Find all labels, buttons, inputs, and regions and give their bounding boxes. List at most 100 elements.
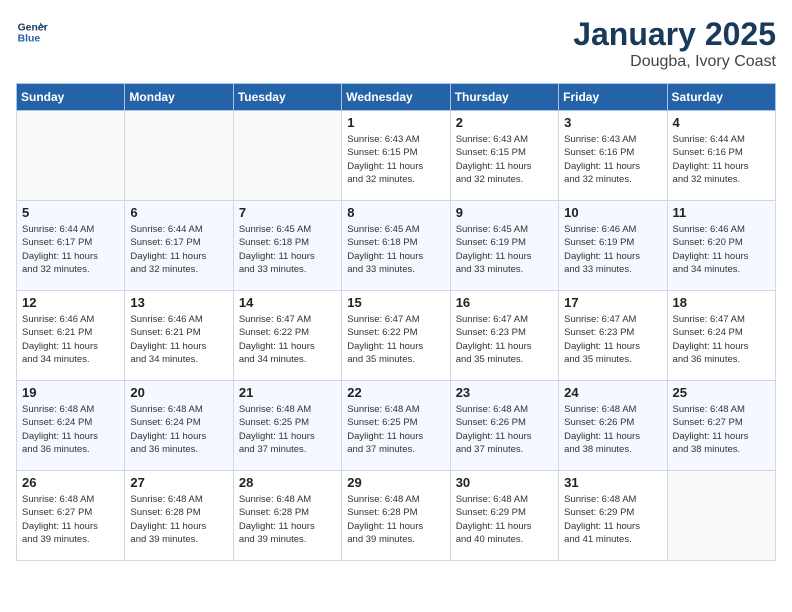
- day-number: 3: [564, 115, 661, 130]
- weekday-header: Thursday: [450, 84, 558, 111]
- calendar-cell: 9Sunrise: 6:45 AM Sunset: 6:19 PM Daylig…: [450, 201, 558, 291]
- day-info: Sunrise: 6:44 AM Sunset: 6:17 PM Dayligh…: [22, 223, 119, 276]
- day-number: 12: [22, 295, 119, 310]
- day-info: Sunrise: 6:48 AM Sunset: 6:28 PM Dayligh…: [239, 493, 336, 546]
- day-info: Sunrise: 6:48 AM Sunset: 6:26 PM Dayligh…: [564, 403, 661, 456]
- day-info: Sunrise: 6:47 AM Sunset: 6:23 PM Dayligh…: [564, 313, 661, 366]
- calendar-cell: 3 Sunrise: 6:43 AM Sunset: 6:16 PM Daylig…: [559, 111, 667, 201]
- day-info: Sunrise: 6:46 AM Sunset: 6:20 PM Dayligh…: [673, 223, 770, 276]
- day-number: 8: [347, 205, 444, 220]
- day-info: Sunrise: 6:47 AM Sunset: 6:23 PM Dayligh…: [456, 313, 553, 366]
- weekday-header: Tuesday: [233, 84, 341, 111]
- day-number: 5: [22, 205, 119, 220]
- calendar-cell: 23 Sunrise: 6:48 AM Sunset: 6:26 PM Dayli…: [450, 381, 558, 471]
- logo-icon: General Blue: [16, 16, 48, 48]
- day-number: 16: [456, 295, 553, 310]
- day-number: 22: [347, 385, 444, 400]
- day-info: Sunrise: 6:48 AM Sunset: 6:29 PM Dayligh…: [456, 493, 553, 546]
- calendar-cell: 28 Sunrise: 6:48 AM Sunset: 6:28 PM Dayli…: [233, 471, 341, 561]
- title-block: January 2025 Dougba, Ivory Coast: [573, 16, 776, 71]
- calendar-cell: 4Sunrise: 6:44 AM Sunset: 6:16 PM Daylig…: [667, 111, 775, 201]
- day-number: 13: [130, 295, 227, 310]
- day-number: 25: [673, 385, 770, 400]
- day-info: Sunrise: 6:45 AM Sunset: 6:18 PM Dayligh…: [239, 223, 336, 276]
- calendar-cell: 29Sunrise: 6:48 AM Sunset: 6:28 PM Dayli…: [342, 471, 450, 561]
- day-info: Sunrise: 6:45 AM Sunset: 6:19 PM Dayligh…: [456, 223, 553, 276]
- day-info: Sunrise: 6:48 AM Sunset: 6:25 PM Dayligh…: [239, 403, 336, 456]
- calendar-cell: 6Sunrise: 6:44 AM Sunset: 6:17 PM Daylig…: [125, 201, 233, 291]
- calendar-cell: 1 Sunrise: 6:43 AM Sunset: 6:15 PM Daylig…: [342, 111, 450, 201]
- day-number: 1: [347, 115, 444, 130]
- day-number: 28: [239, 475, 336, 490]
- day-number: 15: [347, 295, 444, 310]
- calendar-cell: 15 Sunrise: 6:47 AM Sunset: 6:22 PM Dayli…: [342, 291, 450, 381]
- calendar-cell: 7 Sunrise: 6:45 AM Sunset: 6:18 PM Daylig…: [233, 201, 341, 291]
- calendar-week-row: 26 Sunrise: 6:48 AM Sunset: 6:27 PM Dayli…: [17, 471, 776, 561]
- day-info: Sunrise: 6:47 AM Sunset: 6:24 PM Dayligh…: [673, 313, 770, 366]
- day-number: 21: [239, 385, 336, 400]
- calendar-week-row: 12 Sunrise: 6:46 AM Sunset: 6:21 PM Dayli…: [17, 291, 776, 381]
- day-info: Sunrise: 6:48 AM Sunset: 6:27 PM Dayligh…: [22, 493, 119, 546]
- day-info: Sunrise: 6:47 AM Sunset: 6:22 PM Dayligh…: [239, 313, 336, 366]
- day-number: 14: [239, 295, 336, 310]
- month-title: January 2025: [573, 16, 776, 53]
- day-info: Sunrise: 6:48 AM Sunset: 6:28 PM Dayligh…: [130, 493, 227, 546]
- calendar-cell: 16 Sunrise: 6:47 AM Sunset: 6:23 PM Dayli…: [450, 291, 558, 381]
- day-info: Sunrise: 6:46 AM Sunset: 6:21 PM Dayligh…: [22, 313, 119, 366]
- svg-text:General: General: [18, 22, 48, 33]
- weekday-header: Friday: [559, 84, 667, 111]
- calendar-cell: 13 Sunrise: 6:46 AM Sunset: 6:21 PM Dayli…: [125, 291, 233, 381]
- calendar-cell: 27 Sunrise: 6:48 AM Sunset: 6:28 PM Dayli…: [125, 471, 233, 561]
- day-info: Sunrise: 6:45 AM Sunset: 6:18 PM Dayligh…: [347, 223, 444, 276]
- day-number: 19: [22, 385, 119, 400]
- day-number: 2: [456, 115, 553, 130]
- day-number: 24: [564, 385, 661, 400]
- location: Dougba, Ivory Coast: [573, 53, 776, 71]
- logo: General Blue: [16, 16, 48, 48]
- calendar-week-row: 19 Sunrise: 6:48 AM Sunset: 6:24 PM Dayli…: [17, 381, 776, 471]
- day-number: 4: [673, 115, 770, 130]
- day-number: 27: [130, 475, 227, 490]
- day-info: Sunrise: 6:48 AM Sunset: 6:26 PM Dayligh…: [456, 403, 553, 456]
- calendar-cell: 2 Sunrise: 6:43 AM Sunset: 6:15 PM Daylig…: [450, 111, 558, 201]
- calendar-cell: 8 Sunrise: 6:45 AM Sunset: 6:18 PM Daylig…: [342, 201, 450, 291]
- day-info: Sunrise: 6:43 AM Sunset: 6:15 PM Dayligh…: [456, 133, 553, 186]
- calendar-cell: [233, 111, 341, 201]
- day-number: 20: [130, 385, 227, 400]
- page-header: General Blue January 2025 Dougba, Ivory …: [16, 16, 776, 71]
- day-number: 17: [564, 295, 661, 310]
- day-info: Sunrise: 6:46 AM Sunset: 6:19 PM Dayligh…: [564, 223, 661, 276]
- day-info: Sunrise: 6:48 AM Sunset: 6:24 PM Dayligh…: [22, 403, 119, 456]
- day-number: 10: [564, 205, 661, 220]
- day-info: Sunrise: 6:48 AM Sunset: 6:24 PM Dayligh…: [130, 403, 227, 456]
- weekday-header: Sunday: [17, 84, 125, 111]
- day-number: 26: [22, 475, 119, 490]
- calendar-cell: 18Sunrise: 6:47 AM Sunset: 6:24 PM Dayli…: [667, 291, 775, 381]
- calendar-cell: 17 Sunrise: 6:47 AM Sunset: 6:23 PM Dayli…: [559, 291, 667, 381]
- day-info: Sunrise: 6:48 AM Sunset: 6:27 PM Dayligh…: [673, 403, 770, 456]
- calendar-cell: 24 Sunrise: 6:48 AM Sunset: 6:26 PM Dayli…: [559, 381, 667, 471]
- calendar-cell: 31Sunrise: 6:48 AM Sunset: 6:29 PM Dayli…: [559, 471, 667, 561]
- calendar-cell: 26 Sunrise: 6:48 AM Sunset: 6:27 PM Dayli…: [17, 471, 125, 561]
- day-number: 29: [347, 475, 444, 490]
- day-info: Sunrise: 6:43 AM Sunset: 6:15 PM Dayligh…: [347, 133, 444, 186]
- calendar-cell: [667, 471, 775, 561]
- weekday-header: Monday: [125, 84, 233, 111]
- day-info: Sunrise: 6:48 AM Sunset: 6:25 PM Dayligh…: [347, 403, 444, 456]
- calendar-cell: [125, 111, 233, 201]
- calendar-cell: 11 Sunrise: 6:46 AM Sunset: 6:20 PM Dayli…: [667, 201, 775, 291]
- calendar-cell: 30Sunrise: 6:48 AM Sunset: 6:29 PM Dayli…: [450, 471, 558, 561]
- weekday-header: Saturday: [667, 84, 775, 111]
- day-info: Sunrise: 6:43 AM Sunset: 6:16 PM Dayligh…: [564, 133, 661, 186]
- day-number: 23: [456, 385, 553, 400]
- day-info: Sunrise: 6:44 AM Sunset: 6:17 PM Dayligh…: [130, 223, 227, 276]
- day-info: Sunrise: 6:46 AM Sunset: 6:21 PM Dayligh…: [130, 313, 227, 366]
- day-number: 11: [673, 205, 770, 220]
- day-number: 31: [564, 475, 661, 490]
- day-number: 7: [239, 205, 336, 220]
- calendar-week-row: 1 Sunrise: 6:43 AM Sunset: 6:15 PM Daylig…: [17, 111, 776, 201]
- day-info: Sunrise: 6:47 AM Sunset: 6:22 PM Dayligh…: [347, 313, 444, 366]
- calendar-cell: 5 Sunrise: 6:44 AM Sunset: 6:17 PM Daylig…: [17, 201, 125, 291]
- calendar-cell: 19 Sunrise: 6:48 AM Sunset: 6:24 PM Dayli…: [17, 381, 125, 471]
- svg-text:Blue: Blue: [18, 34, 41, 45]
